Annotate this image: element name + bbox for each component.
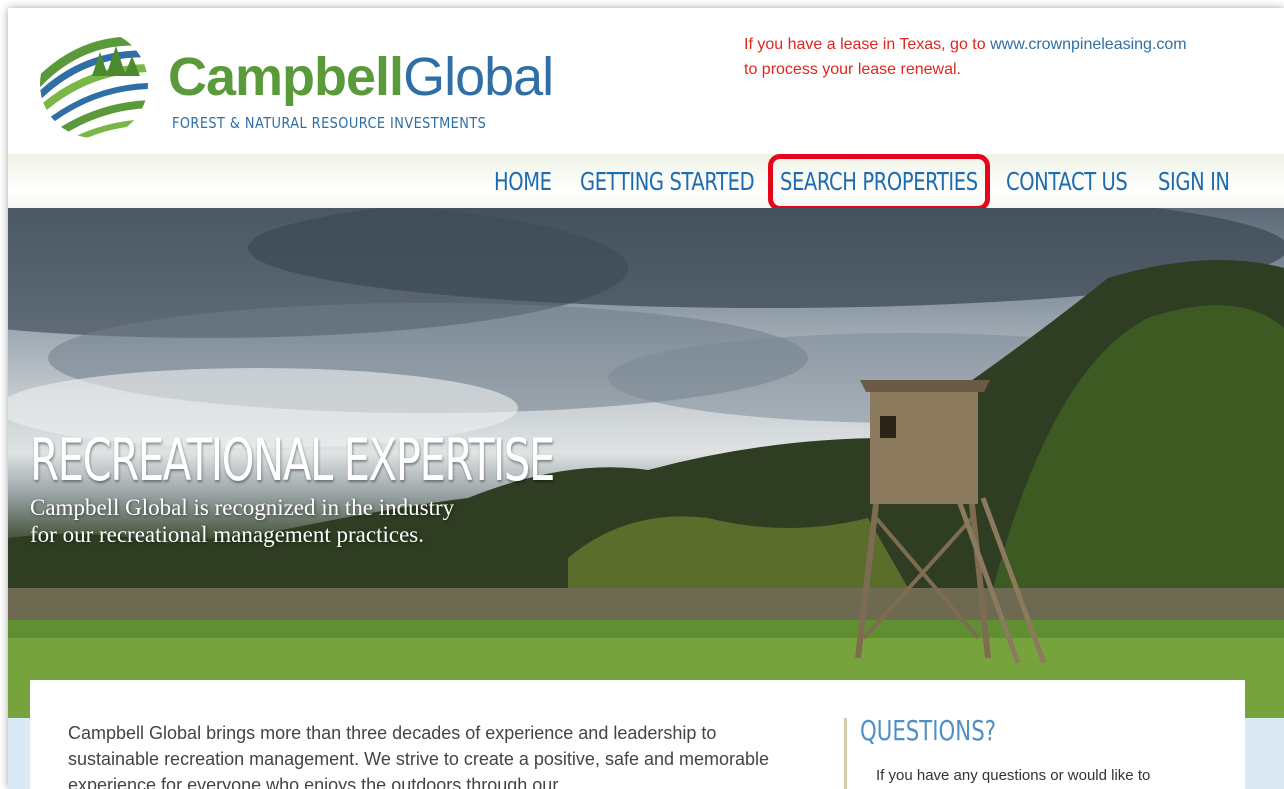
nav-getting-started[interactable]: GETTING STARTED [580,162,755,202]
notice-text: If you have a lease in Texas, go to [744,36,991,53]
texas-lease-notice: If you have a lease in Texas, go to www.… [744,32,1264,82]
notice-text-end: to process your lease renewal. [744,61,961,78]
globe-logo-icon [40,36,148,138]
site-header: CampbellGlobal FOREST & NATURAL RESOURCE… [8,8,1284,154]
brand-name-bold: Campbell [168,47,404,107]
hero-subtitle-line1: Campbell Global is recognized in the ind… [30,495,455,520]
brand-name: CampbellGlobal [168,46,554,108]
crownpine-leasing-link[interactable]: www.crownpineleasing.com [990,36,1187,53]
nav-sign-in[interactable]: SIGN IN [1158,162,1230,202]
nav-contact-us[interactable]: CONTACT US [1006,162,1128,202]
nav-home[interactable]: HOME [494,162,552,202]
brand-tagline: FOREST & NATURAL RESOURCE INVESTMENTS [172,114,487,132]
hero-subtitle: Campbell Global is recognized in the ind… [30,494,590,548]
questions-heading: QUESTIONS? [860,714,997,747]
aside-divider [844,718,847,789]
browser-page: CampbellGlobal FOREST & NATURAL RESOURCE… [8,8,1284,789]
search-properties-highlight [768,154,990,211]
main-nav: HOME GETTING STARTED SEARCH PROPERTIES C… [8,154,1284,208]
questions-text: If you have any questions or would like … [876,767,1151,784]
hero-subtitle-line2: for our recreational management practice… [30,522,424,547]
hero-banner: RECREATIONAL EXPERTISE Campbell Global i… [8,208,1284,718]
site-logo[interactable]: CampbellGlobal FOREST & NATURAL RESOURCE… [38,24,554,142]
brand-name-light: Global [403,47,554,107]
hero-title: RECREATIONAL EXPERTISE [30,426,555,494]
intro-paragraph: Campbell Global brings more than three d… [68,723,770,789]
